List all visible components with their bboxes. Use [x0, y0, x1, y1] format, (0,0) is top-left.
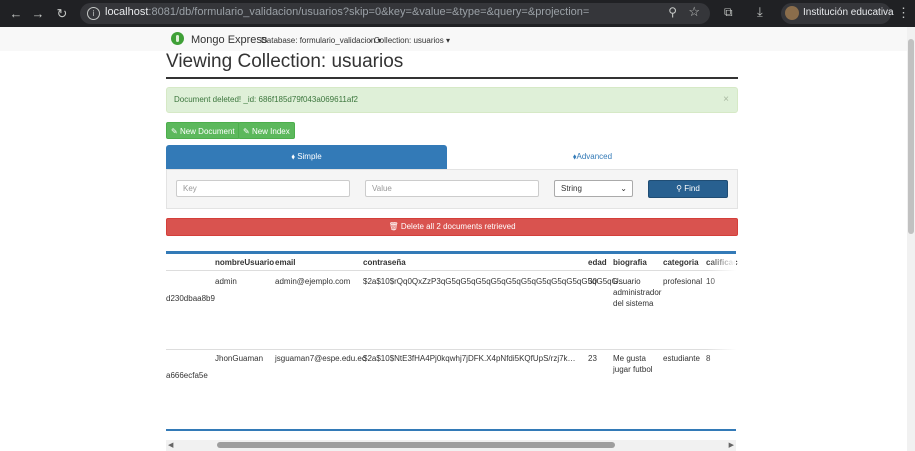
row-id-link[interactable]: a666ecfa5e: [166, 370, 208, 381]
browser-toolbar: ← → ↻ i localhost:8081/db/formulario_val…: [0, 0, 915, 27]
back-arrow-icon[interactable]: ←: [8, 6, 24, 22]
mongo-leaf-icon: [171, 32, 184, 45]
cell-edad[interactable]: 30: [588, 276, 597, 287]
pencil-icon: ✎: [243, 127, 250, 136]
caret-down-icon: ▾: [445, 36, 450, 45]
new-index-button[interactable]: ✎ New Index: [238, 122, 295, 139]
tab-advanced[interactable]: ⬧Advanced: [447, 145, 738, 169]
type-select[interactable]: String ⌄: [554, 180, 633, 197]
cell-password[interactable]: $2a$10$rQq0QxZzP3qG5qG5qG5qG5qG5qG5qG5qG…: [363, 276, 626, 287]
brand-link[interactable]: Mongo Express: [191, 34, 267, 46]
table-bottom-border: [166, 429, 736, 431]
find-button[interactable]: ⚲ Find: [648, 180, 728, 198]
value-input[interactable]: Value: [365, 180, 539, 197]
chevron-right-icon: ›: [369, 36, 372, 45]
cell-email[interactable]: jsguaman7@espe.edu.ec: [275, 353, 366, 364]
cell-edad[interactable]: 23: [588, 353, 597, 364]
table-top-border: [166, 251, 736, 254]
pencil-icon: ✎: [171, 127, 178, 136]
cell-nombre-usuario[interactable]: admin: [215, 276, 237, 287]
success-alert: Document deleted! _id: 686f185d79f043a06…: [166, 87, 738, 113]
cell-email[interactable]: admin@ejemplo.com: [275, 276, 350, 287]
row-divider: [166, 270, 736, 271]
site-info-icon[interactable]: i: [87, 7, 100, 20]
database-dropdown[interactable]: Database: formulario_validacion ▾: [261, 36, 382, 45]
tag-icon: ⬧: [291, 152, 295, 161]
table-horizontal-scrollbar[interactable]: ◀ ▶: [166, 440, 736, 451]
column-header[interactable]: biografia: [613, 258, 647, 267]
column-header[interactable]: categoria: [663, 258, 699, 267]
new-document-button[interactable]: ✎ New Document: [166, 122, 240, 139]
search-icon: ⚲: [676, 184, 683, 193]
column-header[interactable]: contraseña: [363, 258, 406, 267]
key-input[interactable]: Key: [176, 180, 350, 197]
scroll-left-arrow-icon[interactable]: ◀: [168, 441, 173, 449]
page-vertical-scrollbar[interactable]: [907, 27, 915, 451]
delete-all-button[interactable]: 🗑 Delete all 2 documents retrieved: [166, 218, 738, 236]
table-overflow-fade: [706, 254, 736, 429]
column-header[interactable]: nombreUsuario: [215, 258, 274, 267]
zoom-search-icon[interactable]: ⚲: [668, 5, 677, 19]
cell-categoria[interactable]: profesional: [663, 276, 702, 287]
cell-biografia[interactable]: del sistema: [613, 298, 653, 309]
url-text[interactable]: localhost:8081/db/formulario_validacion/…: [105, 6, 589, 18]
cell-categoria[interactable]: estudiante: [663, 353, 700, 364]
address-bar[interactable]: i localhost:8081/db/formulario_validacio…: [80, 3, 710, 24]
row-divider: [166, 349, 736, 350]
horizontal-scroll-thumb[interactable]: [217, 442, 615, 448]
download-icon[interactable]: ⤓: [757, 4, 763, 20]
tab-simple[interactable]: ⬧ Simple: [166, 145, 447, 169]
extensions-icon[interactable]: ⧉: [724, 5, 733, 20]
page-title: Viewing Collection: usuarios: [166, 51, 404, 72]
cell-biografia[interactable]: Usuario: [613, 276, 641, 287]
profile-name: Institución educativa: [803, 7, 894, 18]
scroll-right-arrow-icon[interactable]: ▶: [729, 441, 734, 449]
profile-chip[interactable]: Institución educativa: [781, 3, 894, 24]
vertical-scroll-thumb[interactable]: [908, 39, 914, 234]
browser-menu-icon[interactable]: ⋮: [897, 5, 910, 21]
row-id-link[interactable]: d230dbaa8b9: [166, 293, 215, 304]
close-icon[interactable]: ×: [723, 94, 729, 105]
collection-dropdown[interactable]: › Collection: usuarios ▾: [369, 36, 450, 45]
cell-biografia[interactable]: Me gusta: [613, 353, 646, 364]
trash-icon: 🗑: [388, 222, 399, 231]
cell-nombre-usuario[interactable]: JhonGuaman: [215, 353, 263, 364]
column-header[interactable]: email: [275, 258, 295, 267]
alert-message: Document deleted! _id: 686f185d79f043a06…: [174, 95, 359, 104]
cell-biografia[interactable]: administrador: [613, 287, 661, 298]
cell-biografia[interactable]: jugar futbol: [613, 364, 653, 375]
avatar: [785, 6, 799, 20]
cell-password[interactable]: $2a$10$NtE3fHA4Pj0kqwhj7jDFK.X4pNfdi5KQf…: [363, 353, 576, 364]
forward-arrow-icon[interactable]: →: [30, 6, 46, 22]
bookmark-star-icon[interactable]: ☆: [688, 4, 700, 20]
column-header[interactable]: edad: [588, 258, 607, 267]
chevron-down-icon: ⌄: [620, 184, 627, 193]
app-navbar: [0, 27, 907, 51]
title-divider: [166, 77, 738, 79]
reload-icon[interactable]: ↻: [54, 6, 70, 22]
